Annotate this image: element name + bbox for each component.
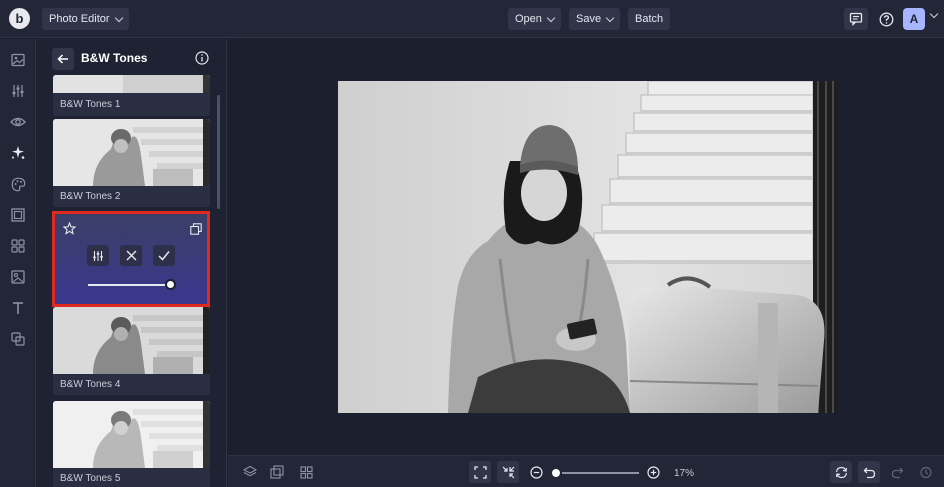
effect-thumbnail: [53, 401, 210, 468]
befunky-logo[interactable]: b: [9, 8, 30, 29]
close-icon: [126, 250, 136, 261]
grid-icon: [299, 465, 313, 479]
undo-icon: [863, 467, 875, 478]
help-button[interactable]: [874, 8, 898, 30]
help-icon: [879, 12, 893, 26]
photo-canvas[interactable]: [338, 81, 838, 413]
batch-label: Batch: [635, 13, 664, 25]
bottom-toolbar: 17%: [228, 455, 944, 487]
effect-thumbnail: [53, 307, 210, 374]
chevron-down-icon[interactable]: [929, 9, 939, 19]
save-button[interactable]: Save: [569, 8, 621, 30]
redo-icon: [891, 467, 903, 478]
zoom-out-icon: [529, 465, 543, 479]
shrink-icon: [502, 466, 514, 478]
fit-to-screen-button[interactable]: [469, 461, 491, 483]
eye-icon[interactable]: [9, 113, 27, 131]
canvas-area: [228, 39, 944, 455]
panel-title: B&W Tones: [81, 51, 148, 65]
expand-icon: [473, 465, 487, 479]
effect-settings-button[interactable]: [87, 245, 109, 266]
top-bar: b Photo Editor Open Save Batch A: [0, 0, 944, 38]
open-button[interactable]: Open: [508, 8, 561, 30]
zoom-in-button[interactable]: [643, 462, 663, 482]
avatar[interactable]: A: [903, 8, 925, 30]
photo-editor-app: b Photo Editor Open Save Batch A B&W Ton…: [0, 0, 944, 487]
reset-button[interactable]: [830, 461, 852, 483]
apply-button[interactable]: [153, 245, 175, 266]
layers-icon: [243, 465, 257, 477]
effect-amount-track[interactable]: [88, 284, 173, 286]
batch-button[interactable]: Batch: [628, 8, 671, 30]
refresh-icon: [835, 466, 847, 478]
save-label: Save: [576, 13, 602, 25]
undo-button[interactable]: [858, 461, 880, 483]
grid-button[interactable]: [296, 462, 316, 482]
duplicate-button[interactable]: [190, 222, 202, 240]
compare-icon: [270, 465, 284, 479]
sliders-icon: [93, 250, 103, 261]
effect-item-label: B&W Tones 1: [60, 99, 121, 110]
history-button[interactable]: [915, 462, 935, 482]
copy-icon: [190, 223, 202, 235]
palette-icon[interactable]: [9, 175, 27, 193]
check-icon: [158, 251, 170, 261]
effect-item-label: B&W Tones 2: [60, 191, 121, 202]
effect-item-bw-tones-3-selected[interactable]: [52, 211, 210, 307]
actual-size-button[interactable]: [497, 461, 519, 483]
effect-amount-slider-handle[interactable]: [165, 279, 176, 290]
crop-compare-button[interactable]: [267, 462, 287, 482]
chevron-down-icon: [114, 13, 123, 22]
layers-button[interactable]: [240, 462, 260, 482]
effect-thumbnail: [53, 75, 210, 93]
adjustments-icon[interactable]: [9, 82, 27, 100]
effect-item-bw-tones-4[interactable]: B&W Tones 4: [53, 307, 210, 395]
open-label: Open: [515, 13, 542, 25]
star-icon: [62, 221, 77, 235]
frame-icon[interactable]: [9, 206, 27, 224]
logo-letter: b: [15, 11, 24, 26]
comment-icon: [849, 12, 863, 26]
image-icon[interactable]: [9, 51, 27, 69]
zoom-out-button[interactable]: [526, 462, 546, 482]
zoom-slider-track[interactable]: [555, 472, 639, 474]
panel-scrollbar[interactable]: [217, 95, 220, 209]
tool-rail: [0, 39, 36, 487]
app-menu-label: Photo Editor: [49, 13, 110, 25]
effect-item-label: B&W Tones 5: [60, 473, 121, 484]
comments-button[interactable]: [844, 8, 868, 30]
zoom-in-icon: [646, 465, 660, 479]
info-button[interactable]: [195, 51, 209, 70]
effect-item-label: B&W Tones 4: [60, 379, 121, 390]
info-icon: [195, 51, 209, 65]
redo-button[interactable]: [887, 462, 907, 482]
overlay-icon[interactable]: [9, 330, 27, 348]
effect-thumbnail: [53, 119, 210, 186]
effects-icon[interactable]: [9, 144, 27, 162]
effect-item-bw-tones-5[interactable]: B&W Tones 5: [53, 401, 210, 487]
effects-panel: B&W Tones B&W Tones 1 B&W Tones 2 B&W To…: [37, 39, 227, 487]
arrow-left-icon: [57, 54, 68, 64]
chevron-down-icon: [546, 13, 556, 22]
chevron-down-icon: [605, 13, 615, 22]
zoom-slider-handle[interactable]: [550, 467, 562, 479]
app-menu-button[interactable]: Photo Editor: [42, 8, 129, 30]
graphics-icon[interactable]: [9, 237, 27, 255]
effect-item-bw-tones-2[interactable]: B&W Tones 2: [53, 119, 210, 207]
effect-item-bw-tones-1[interactable]: B&W Tones 1: [53, 75, 210, 116]
back-button[interactable]: [52, 48, 74, 70]
texture-icon[interactable]: [9, 268, 27, 286]
cancel-button[interactable]: [120, 245, 142, 266]
favorite-button[interactable]: [62, 221, 77, 240]
history-icon: [919, 466, 932, 478]
text-icon[interactable]: [9, 299, 27, 317]
zoom-level: 17%: [674, 468, 695, 479]
panel-header: B&W Tones: [37, 39, 226, 77]
